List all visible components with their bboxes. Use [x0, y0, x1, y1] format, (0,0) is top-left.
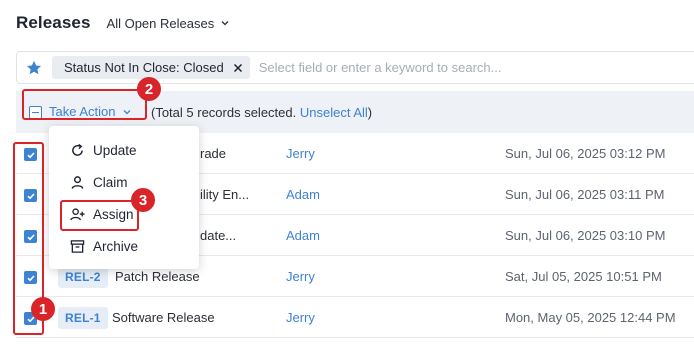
- created-date: Mon, May 05, 2025 12:44 PM: [505, 310, 676, 325]
- page-header: Releases All Open Releases: [16, 12, 230, 34]
- menu-item-update[interactable]: Update: [49, 135, 199, 165]
- menu-item-archive[interactable]: Archive: [49, 231, 199, 261]
- filter-chip: Status Not In Close: Closed: [52, 56, 250, 79]
- created-date: Sun, Jul 06, 2025 03:10 PM: [505, 228, 666, 243]
- release-id-badge[interactable]: REL-1: [58, 307, 108, 329]
- menu-item-label: Claim: [93, 174, 128, 190]
- filter-chip-label: Status Not In Close: Closed: [64, 60, 224, 75]
- owner-link[interactable]: Jerry: [286, 310, 315, 325]
- owner-link[interactable]: Adam: [286, 228, 320, 243]
- menu-item-label: Archive: [93, 238, 139, 254]
- view-selector-label: All Open Releases: [106, 15, 215, 31]
- created-date: Sat, Jul 05, 2025 10:51 PM: [505, 269, 662, 284]
- created-date: Sun, Jul 06, 2025 03:12 PM: [505, 146, 666, 161]
- view-selector[interactable]: All Open Releases: [107, 16, 231, 31]
- owner-link[interactable]: Jerry: [286, 269, 315, 284]
- menu-item-claim[interactable]: Claim: [49, 167, 199, 197]
- release-name[interactable]: Software Release: [112, 310, 215, 325]
- created-date: Sun, Jul 06, 2025 03:11 PM: [505, 187, 665, 202]
- menu-item-label: Update: [93, 142, 137, 158]
- assign-highlight: [60, 200, 139, 231]
- release-name[interactable]: date...: [200, 228, 236, 243]
- archive-icon: [69, 238, 85, 254]
- refresh-icon: [69, 142, 85, 158]
- step-badge-2: 2: [137, 77, 161, 101]
- filter-bar: Status Not In Close: Closed: [16, 51, 694, 84]
- release-id-badge[interactable]: REL-2: [58, 266, 108, 288]
- selection-summary: (Total 5 records selected. Unselect All): [151, 105, 373, 120]
- owner-link[interactable]: Jerry: [286, 146, 315, 161]
- step-badge-1: 1: [31, 297, 55, 321]
- release-name[interactable]: ility En...: [200, 187, 249, 202]
- take-action-menu: Update Claim Assign Archive: [49, 126, 199, 269]
- take-action-highlight: [22, 89, 147, 120]
- unselect-all-link[interactable]: Unselect All: [300, 105, 368, 120]
- table-row[interactable]: REL-1 Software Release Jerry Mon, May 05…: [16, 298, 694, 338]
- release-name[interactable]: Patch Release: [115, 269, 200, 284]
- page-title: Releases: [16, 13, 91, 32]
- step-badge-3: 3: [131, 188, 155, 212]
- chevron-down-icon: [221, 21, 229, 26]
- close-icon[interactable]: [232, 62, 244, 74]
- search-input[interactable]: [258, 60, 559, 75]
- owner-link[interactable]: Adam: [286, 187, 320, 202]
- star-icon[interactable]: [25, 59, 43, 77]
- release-name[interactable]: rade: [200, 146, 226, 161]
- user-icon: [69, 174, 85, 190]
